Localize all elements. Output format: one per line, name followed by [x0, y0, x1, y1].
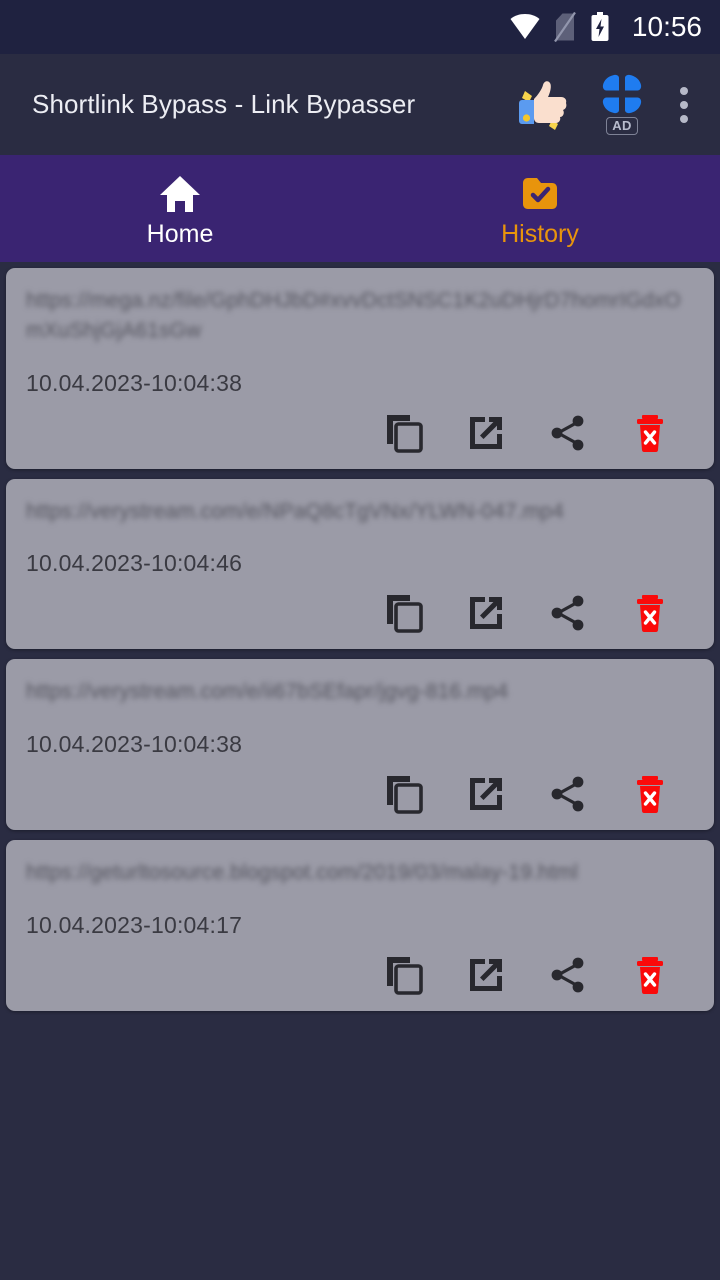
tab-history-label: History	[501, 220, 579, 248]
status-bar: 10:56	[0, 0, 720, 54]
history-date: 10.04.2023-10:04:38	[26, 731, 243, 758]
ad-app-icon[interactable]: AD	[600, 74, 644, 135]
copy-icon[interactable]	[382, 591, 426, 635]
ad-badge-label: AD	[606, 117, 638, 135]
overflow-dot	[680, 114, 688, 123]
tab-history[interactable]: History	[360, 155, 720, 262]
status-bar-icons: 10:56	[510, 12, 702, 42]
open-in-new-icon[interactable]	[464, 411, 508, 455]
more-vertical-icon[interactable]	[670, 79, 698, 131]
open-in-new-icon[interactable]	[464, 953, 508, 997]
app-bar-actions: AD	[512, 74, 698, 136]
history-card[interactable]: https://verystream.com/e/ii67bSEfapr/jgv…	[6, 659, 714, 831]
history-url: https://verystream.com/e/NPaQ8cTgVNx/YLW…	[26, 499, 564, 523]
share-icon[interactable]	[546, 953, 590, 997]
history-date: 10.04.2023-10:04:38	[26, 369, 243, 396]
delete-icon[interactable]	[628, 591, 672, 635]
status-bar-clock: 10:56	[631, 11, 702, 42]
share-icon[interactable]	[546, 772, 590, 816]
open-in-new-icon[interactable]	[464, 772, 508, 816]
home-icon	[158, 174, 202, 214]
history-list[interactable]: https://mega.nz/file/GphDHJbD#xvvDctSNSC…	[0, 262, 720, 1280]
share-icon[interactable]	[546, 591, 590, 635]
wifi-icon	[510, 14, 540, 40]
overflow-dot	[680, 86, 688, 95]
delete-icon[interactable]	[628, 772, 672, 816]
delete-icon[interactable]	[628, 953, 672, 997]
copy-icon[interactable]	[382, 953, 426, 997]
app-title: Shortlink Bypass - Link Bypasser	[32, 89, 416, 119]
thumbs-up-icon[interactable]	[512, 74, 574, 136]
tab-home-label: Home	[146, 220, 214, 248]
tab-home[interactable]: Home	[0, 155, 360, 262]
history-date: 10.04.2023-10:04:46	[26, 550, 243, 577]
history-url: https://geturltosource.blogspot.com/2019…	[26, 861, 578, 885]
copy-icon[interactable]	[382, 772, 426, 816]
open-in-new-icon[interactable]	[464, 591, 508, 635]
history-card[interactable]: https://geturltosource.blogspot.com/2019…	[6, 840, 714, 1012]
overflow-dot	[680, 100, 688, 109]
battery-charging-icon	[590, 12, 610, 42]
delete-icon[interactable]	[628, 411, 672, 455]
folder-check-icon	[518, 174, 562, 214]
history-card[interactable]: https://verystream.com/e/NPaQ8cTgVNx/YLW…	[6, 478, 714, 650]
app-screen: 10:56 Shortlink Bypass - Link Bypasser A…	[0, 0, 720, 1280]
app-bar: Shortlink Bypass - Link Bypasser AD	[0, 54, 720, 155]
history-card-actions	[26, 772, 694, 816]
copy-icon[interactable]	[382, 411, 426, 455]
history-card-actions	[26, 591, 694, 635]
history-date: 10.04.2023-10:04:17	[26, 912, 243, 939]
history-card[interactable]: https://mega.nz/file/GphDHJbD#xvvDctSNSC…	[6, 268, 714, 469]
history-url: https://mega.nz/file/GphDHJbD#xvvDctSNSC…	[26, 289, 681, 342]
history-card-actions	[26, 953, 694, 997]
tab-bar: Home History	[0, 155, 720, 262]
sim-off-icon	[554, 12, 576, 42]
share-icon[interactable]	[546, 411, 590, 455]
history-url: https://verystream.com/e/ii67bSEfapr/jgv…	[26, 680, 509, 704]
history-card-actions	[26, 411, 694, 455]
